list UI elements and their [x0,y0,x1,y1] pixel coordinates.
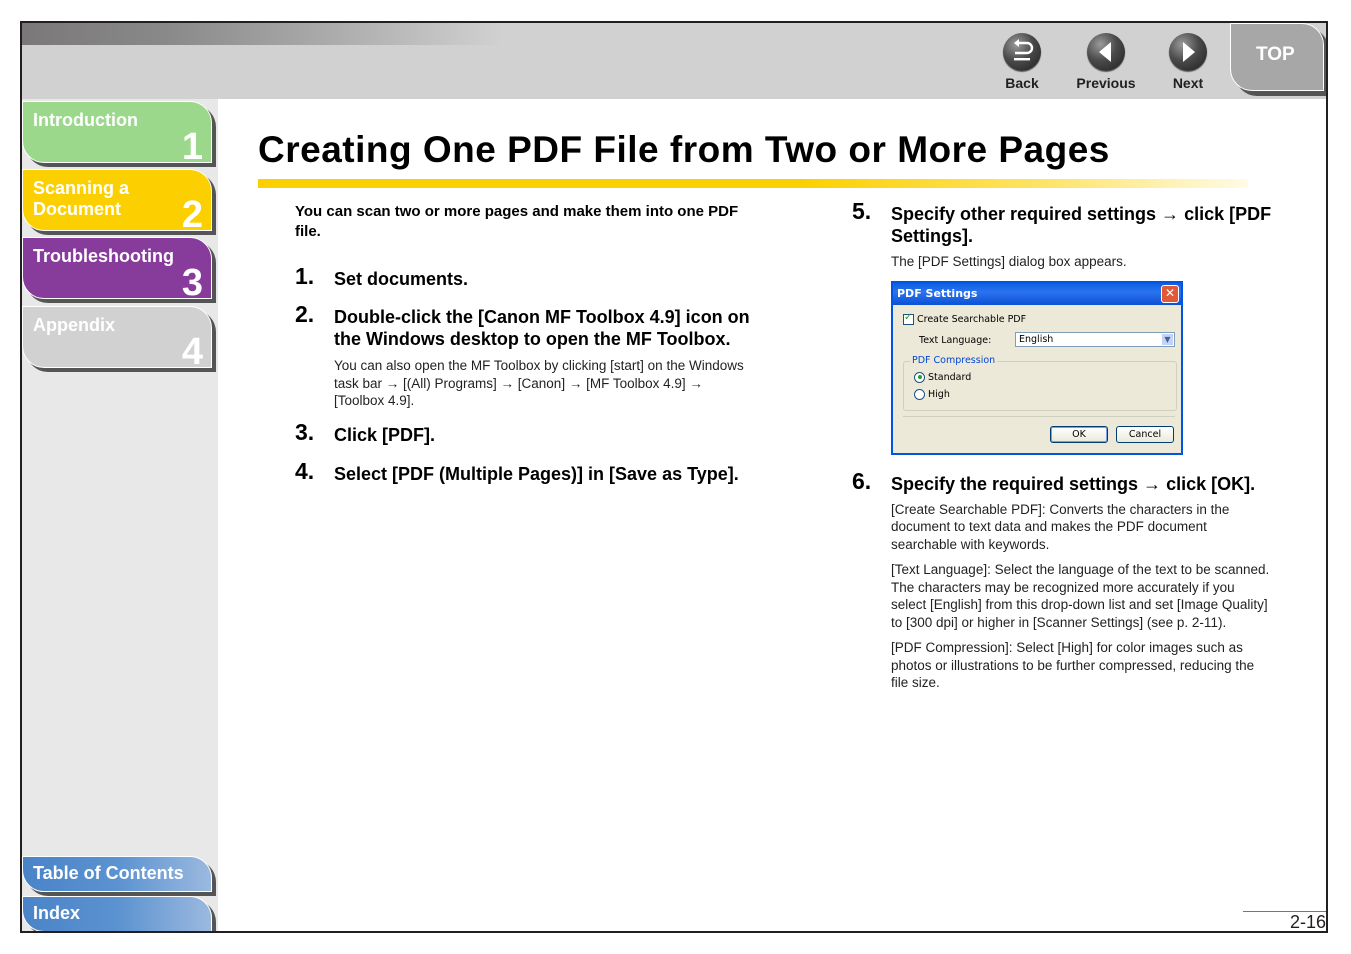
chapter-number: 1 [181,126,203,168]
manual-page-frame: Back Previous Next TOP Introduction 1 Sc… [20,21,1328,933]
header-gradient-stripe [22,23,502,45]
index-button[interactable]: Index [22,896,212,931]
title-underline [258,179,1248,188]
chapter-label: Appendix [33,315,116,335]
step-number: 5. [852,198,872,224]
step-3: 3. Click [PDF]. [295,419,755,446]
text-language-value: English [1019,333,1054,345]
previous-button[interactable]: Previous [1071,33,1141,91]
page-title: Creating One PDF File from Two or More P… [258,129,1110,170]
radio-label: High [928,388,950,400]
close-icon[interactable]: ✕ [1161,284,1179,303]
text-language-label: Text Language: [919,334,992,346]
step-number: 2. [295,301,315,327]
compression-high-radio[interactable]: High [914,388,950,400]
top-label: TOP [1256,44,1295,65]
chapter-tab-appendix[interactable]: Appendix 4 [22,306,212,373]
chapter-tab-troubleshooting[interactable]: Troubleshooting 3 [22,237,212,304]
chapter-label: Introduction [33,110,138,130]
back-button[interactable]: Back [987,33,1057,91]
checkbox-checked-icon [903,312,914,325]
step-6: 6. Specify the required settings → click… [852,468,1272,692]
pdf-compression-group: PDF Compression Standard High [903,354,1177,411]
step-heading: Specify the required settings → click [O… [891,473,1256,494]
index-label: Index [33,903,81,923]
step-4: 4. Select [PDF (Multiple Pages)] in [Sav… [295,458,755,485]
next-label: Next [1172,75,1204,91]
next-button[interactable]: Next [1153,33,1223,91]
step-body: [Create Searchable PDF]: Converts the ch… [891,501,1272,692]
top-navigation-bar: Back Previous Next TOP [22,23,1326,99]
page-number: 2-16 [1289,912,1326,932]
radio-selected-icon [914,371,925,383]
ok-button[interactable]: OK [1050,425,1108,443]
toc-label: Table of Contents [33,863,184,883]
chapter-sidebar: Introduction 1 Scanning a Document 2 Trou… [22,99,218,931]
pdf-settings-dialog: PDF Settings ✕ Create Searchable PDF Tex… [891,280,1183,455]
intro-text: You can scan two or more pages and make … [295,203,739,240]
step-number: 1. [295,263,315,289]
back-label: Back [1005,75,1039,91]
create-searchable-pdf-checkbox[interactable]: Create Searchable PDF [903,312,1027,325]
step-heading: Select [PDF (Multiple Pages)] in [Save a… [334,463,739,484]
paragraph-pdf-compression: [PDF Compression]: Select [High] for col… [891,640,1255,690]
step-heading: Specify other required settings → click … [891,204,1272,246]
chapter-number: 2 [181,194,203,236]
step-heading: Click [PDF]. [334,424,436,445]
step-heading: Set documents. [334,269,469,289]
back-arrow-icon [1003,33,1041,71]
top-button[interactable]: TOP [1230,23,1324,91]
compression-standard-radio[interactable]: Standard [914,371,972,383]
dialog-title: PDF Settings [897,286,978,300]
paragraph-text-language: [Text Language]: Select the language of … [891,562,1270,630]
chapter-number: 3 [181,262,203,304]
left-column: You can scan two or more pages and make … [295,202,755,485]
chevron-down-icon: ▼ [1162,333,1173,345]
radio-unselected-icon [914,388,925,400]
step-body: The [PDF Settings] dialog box appears. [891,254,1127,269]
checkbox-label: Create Searchable PDF [917,313,1027,325]
chapter-label-line2: Document [33,199,122,219]
step-number: 4. [295,457,315,484]
radio-label: Standard [928,371,972,383]
dialog-title-bar: PDF Settings ✕ [893,282,1181,305]
step-body: You can also open the MF Toolbox by clic… [334,358,744,408]
chapter-tab-introduction[interactable]: Introduction 1 [22,101,212,168]
step-heading: Double-click the [Canon MF Toolbox 4.9] … [334,307,750,349]
page-content: Creating One PDF File from Two or More P… [218,99,1326,932]
chapter-label: Scanning a Document [33,178,129,220]
chapter-label-line1: Scanning a [33,178,130,198]
step-1: 1. Set documents. [295,263,755,290]
chapter-label: Troubleshooting [33,246,174,266]
right-column: 5. Specify other required settings → cli… [852,198,1272,700]
paragraph-create-searchable-pdf: [Create Searchable PDF]: Converts the ch… [891,501,1230,552]
cancel-button[interactable]: Cancel [1116,425,1174,443]
previous-label: Previous [1076,75,1136,91]
triangle-left-icon [1087,33,1125,71]
text-language-select[interactable]: English ▼ [1015,331,1175,347]
chapter-number: 4 [181,331,203,373]
group-label: PDF Compression [910,354,998,366]
step-number: 3. [295,418,315,445]
chapter-tab-scanning-a-document[interactable]: Scanning a Document 2 [22,169,212,236]
table-of-contents-button[interactable]: Table of Contents [22,856,212,892]
step-5: 5. Specify other required settings → cli… [852,198,1272,455]
step-number: 6. [852,467,872,494]
step-2: 2. Double-click the [Canon MF Toolbox 4.… [295,301,755,410]
triangle-right-icon [1169,33,1207,71]
dialog-separator [903,415,1175,417]
